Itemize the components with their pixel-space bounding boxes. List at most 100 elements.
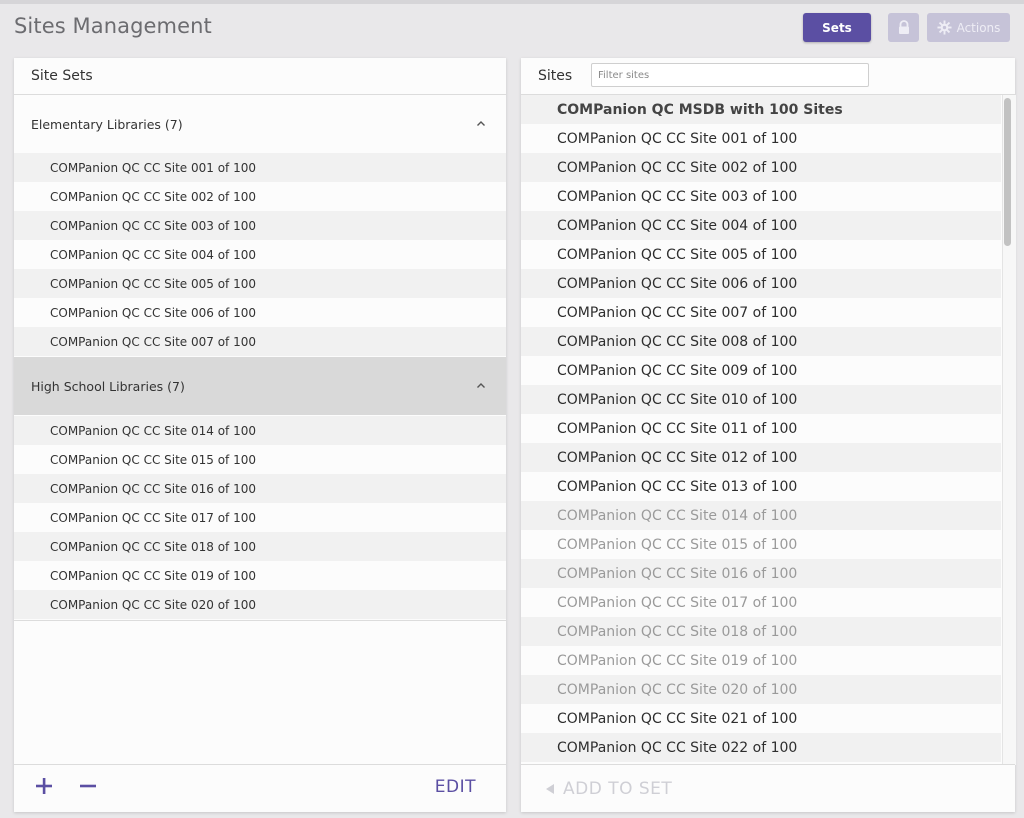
- site-label: COMPanion QC CC Site 021 of 100: [557, 710, 798, 727]
- set-site-label: COMPanion QC CC Site 002 of 100: [50, 189, 256, 204]
- edit-button[interactable]: EDIT: [435, 777, 476, 797]
- lock-button[interactable]: [888, 13, 919, 42]
- site-label: COMPanion QC CC Site 018 of 100: [557, 623, 798, 640]
- site-label: COMPanion QC CC Site 010 of 100: [557, 391, 798, 408]
- set-site-label: COMPanion QC CC Site 020 of 100: [50, 597, 256, 612]
- set-site-row[interactable]: COMPanion QC CC Site 018 of 100: [14, 532, 506, 561]
- site-row[interactable]: COMPanion QC CC Site 012 of 100: [521, 443, 1001, 472]
- set-group-label: Elementary Libraries (7): [31, 116, 183, 132]
- site-row[interactable]: COMPanion QC CC Site 003 of 100: [521, 182, 1001, 211]
- site-label: COMPanion QC CC Site 016 of 100: [557, 565, 798, 582]
- set-site-row[interactable]: COMPanion QC CC Site 014 of 100: [14, 416, 506, 445]
- site-row[interactable]: COMPanion QC CC Site 004 of 100: [521, 211, 1001, 240]
- site-label: COMPanion QC CC Site 015 of 100: [557, 536, 798, 553]
- set-site-row[interactable]: COMPanion QC CC Site 001 of 100: [14, 153, 506, 182]
- site-label: COMPanion QC CC Site 022 of 100: [557, 739, 798, 756]
- site-row[interactable]: COMPanion QC CC Site 006 of 100: [521, 269, 1001, 298]
- set-site-row[interactable]: COMPanion QC CC Site 007 of 100: [14, 327, 506, 356]
- set-site-row[interactable]: COMPanion QC CC Site 002 of 100: [14, 182, 506, 211]
- set-group-label: High School Libraries (7): [31, 378, 185, 394]
- sets-button[interactable]: Sets: [803, 13, 871, 42]
- add-to-set-button[interactable]: ADD TO SET: [545, 779, 672, 799]
- site-label: COMPanion QC CC Site 020 of 100: [557, 681, 798, 698]
- sites-scrollbar-thumb[interactable]: [1004, 98, 1011, 246]
- set-site-label: COMPanion QC CC Site 016 of 100: [50, 481, 256, 496]
- site-label: COMPanion QC CC Site 017 of 100: [557, 594, 798, 611]
- chevron-up-icon[interactable]: [476, 381, 486, 391]
- site-row[interactable]: COMPanion QC CC Site 017 of 100: [521, 588, 1001, 617]
- set-site-label: COMPanion QC CC Site 005 of 100: [50, 276, 256, 291]
- site-label: COMPanion QC CC Site 002 of 100: [557, 159, 798, 176]
- filter-sites-input[interactable]: [591, 63, 869, 87]
- site-row[interactable]: COMPanion QC CC Site 005 of 100: [521, 240, 1001, 269]
- set-site-label: COMPanion QC CC Site 007 of 100: [50, 334, 256, 349]
- set-site-label: COMPanion QC CC Site 017 of 100: [50, 510, 256, 525]
- site-sets-title: Site Sets: [31, 68, 93, 84]
- site-label: COMPanion QC CC Site 005 of 100: [557, 246, 798, 263]
- set-group-high-school-libraries[interactable]: High School Libraries (7): [14, 357, 506, 415]
- sites-header: Sites: [521, 58, 1015, 95]
- set-site-row[interactable]: COMPanion QC CC Site 015 of 100: [14, 445, 506, 474]
- site-row[interactable]: COMPanion QC CC Site 008 of 100: [521, 327, 1001, 356]
- site-sets-panel: Site Sets Elementary Libraries (7) COMPa…: [14, 58, 506, 812]
- set-site-row[interactable]: COMPanion QC CC Site 019 of 100: [14, 561, 506, 590]
- set-site-row[interactable]: COMPanion QC CC Site 003 of 100: [14, 211, 506, 240]
- add-set-button[interactable]: [35, 777, 53, 795]
- site-label: COMPanion QC CC Site 003 of 100: [557, 188, 798, 205]
- site-row[interactable]: COMPanion QC CC Site 021 of 100: [521, 704, 1001, 733]
- set-site-label: COMPanion QC CC Site 018 of 100: [50, 539, 256, 554]
- set-site-row[interactable]: COMPanion QC CC Site 005 of 100: [14, 269, 506, 298]
- gear-icon: [937, 20, 952, 35]
- set-site-row[interactable]: COMPanion QC CC Site 017 of 100: [14, 503, 506, 532]
- set-site-label: COMPanion QC CC Site 019 of 100: [50, 568, 256, 583]
- site-label: COMPanion QC CC Site 011 of 100: [557, 420, 798, 437]
- site-label: COMPanion QC MSDB with 100 Sites: [557, 101, 843, 118]
- list-end-divider: [14, 620, 506, 621]
- chevron-up-icon[interactable]: [476, 119, 486, 129]
- set-site-label: COMPanion QC CC Site 001 of 100: [50, 160, 256, 175]
- set-site-label: COMPanion QC CC Site 003 of 100: [50, 218, 256, 233]
- site-row[interactable]: COMPanion QC CC Site 022 of 100: [521, 733, 1001, 762]
- actions-button[interactable]: Actions: [927, 13, 1010, 42]
- site-row[interactable]: COMPanion QC CC Site 016 of 100: [521, 559, 1001, 588]
- site-row[interactable]: COMPanion QC CC Site 018 of 100: [521, 617, 1001, 646]
- site-row[interactable]: COMPanion QC CC Site 002 of 100: [521, 153, 1001, 182]
- page-title: Sites Management: [14, 14, 212, 38]
- site-label: COMPanion QC CC Site 007 of 100: [557, 304, 798, 321]
- sites-title: Sites: [538, 68, 573, 84]
- site-row-root[interactable]: COMPanion QC MSDB with 100 Sites: [521, 95, 1001, 124]
- triangle-left-icon: [546, 784, 554, 794]
- site-label: COMPanion QC CC Site 012 of 100: [557, 449, 798, 466]
- window-top-border: [0, 0, 1024, 4]
- sites-panel: Sites COMPanion QC MSDB with 100 Sites CO…: [521, 58, 1016, 812]
- site-row[interactable]: COMPanion QC CC Site 009 of 100: [521, 356, 1001, 385]
- set-site-label: COMPanion QC CC Site 015 of 100: [50, 452, 256, 467]
- site-row[interactable]: COMPanion QC CC Site 001 of 100: [521, 124, 1001, 153]
- set-site-label: COMPanion QC CC Site 014 of 100: [50, 423, 256, 438]
- site-sets-header: Site Sets: [14, 58, 506, 95]
- site-row[interactable]: COMPanion QC CC Site 019 of 100: [521, 646, 1001, 675]
- set-site-row[interactable]: COMPanion QC CC Site 004 of 100: [14, 240, 506, 269]
- actions-button-label: Actions: [956, 20, 1001, 35]
- set-group-elementary-libraries[interactable]: Elementary Libraries (7): [14, 95, 506, 153]
- site-row[interactable]: COMPanion QC CC Site 010 of 100: [521, 385, 1001, 414]
- set-site-row[interactable]: COMPanion QC CC Site 020 of 100: [14, 590, 506, 619]
- set-site-row[interactable]: COMPanion QC CC Site 016 of 100: [14, 474, 506, 503]
- site-row[interactable]: COMPanion QC CC Site 020 of 100: [521, 675, 1001, 704]
- site-row[interactable]: COMPanion QC CC Site 014 of 100: [521, 501, 1001, 530]
- site-label: COMPanion QC CC Site 008 of 100: [557, 333, 798, 350]
- set-site-row[interactable]: COMPanion QC CC Site 006 of 100: [14, 298, 506, 327]
- site-label: COMPanion QC CC Site 014 of 100: [557, 507, 798, 524]
- site-row[interactable]: COMPanion QC CC Site 013 of 100: [521, 472, 1001, 501]
- site-label: COMPanion QC CC Site 006 of 100: [557, 275, 798, 292]
- site-label: COMPanion QC CC Site 009 of 100: [557, 362, 798, 379]
- site-row[interactable]: COMPanion QC CC Site 015 of 100: [521, 530, 1001, 559]
- set-site-label: COMPanion QC CC Site 006 of 100: [50, 305, 256, 320]
- site-row[interactable]: COMPanion QC CC Site 007 of 100: [521, 298, 1001, 327]
- remove-set-button[interactable]: [79, 777, 97, 795]
- sites-footer: ADD TO SET: [521, 764, 1015, 812]
- site-row[interactable]: COMPanion QC CC Site 011 of 100: [521, 414, 1001, 443]
- site-label: COMPanion QC CC Site 013 of 100: [557, 478, 798, 495]
- site-label: COMPanion QC CC Site 001 of 100: [557, 130, 798, 147]
- add-to-set-label: ADD TO SET: [563, 779, 673, 799]
